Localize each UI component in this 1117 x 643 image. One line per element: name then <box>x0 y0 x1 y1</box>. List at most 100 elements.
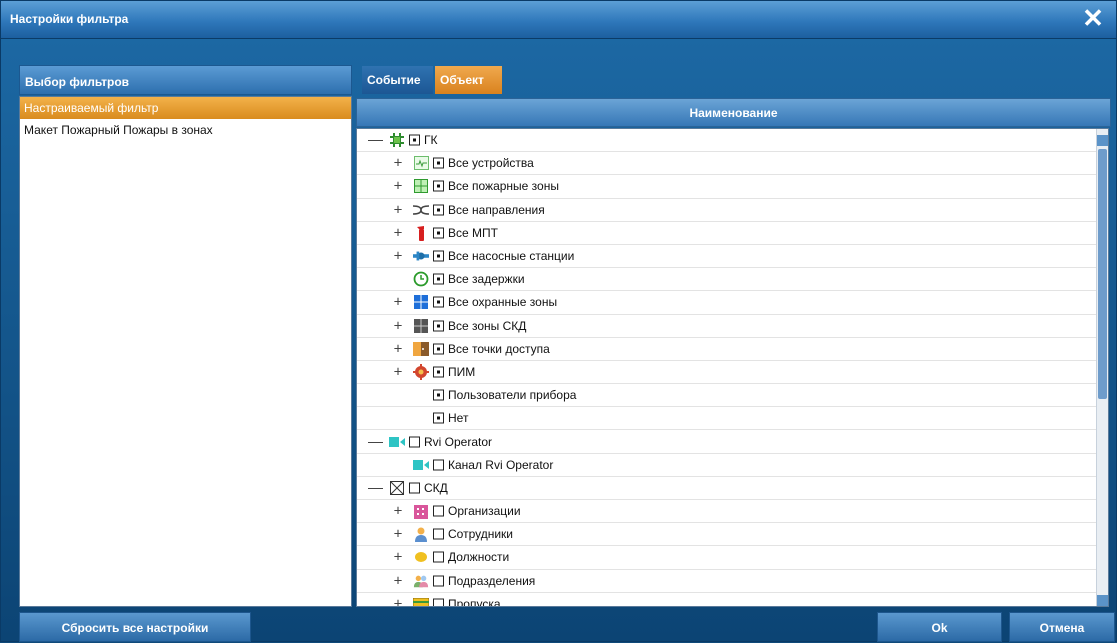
filter-item-custom[interactable]: Настраиваемый фильтр <box>20 97 351 119</box>
collapse-icon[interactable]: — <box>368 479 383 496</box>
tree-row[interactable]: + Все насосные станции <box>357 245 1108 269</box>
tab-event[interactable]: Событие <box>362 66 433 94</box>
row-label: ПИМ <box>448 364 476 379</box>
filter-settings-dialog: Настройки фильтра ✕ Выбор фильтров Настр… <box>0 0 1117 642</box>
row-checkbox[interactable] <box>433 157 444 169</box>
employee-icon <box>413 526 429 543</box>
row-checkbox[interactable] <box>433 296 444 308</box>
camera-icon <box>389 434 405 450</box>
expand-icon[interactable]: + <box>392 572 404 589</box>
row-label: Пропуска <box>448 596 501 607</box>
expand-icon[interactable]: + <box>392 317 404 334</box>
expand-icon[interactable]: + <box>392 178 404 195</box>
devices-icon <box>413 155 429 171</box>
tree-row[interactable]: + Все устройства <box>357 152 1108 176</box>
row-label: Все охранные зоны <box>448 295 558 310</box>
row-checkbox[interactable] <box>409 134 420 146</box>
tree-row[interactable]: + Все зоны СКД <box>357 315 1108 338</box>
tree-row[interactable]: + Подразделения <box>357 570 1108 593</box>
row-label: Канал Rvi Operator <box>448 457 554 472</box>
dialog-title: Настройки фильтра <box>10 12 129 26</box>
expand-icon[interactable]: + <box>392 549 404 566</box>
tree-row[interactable]: + Все МПТ <box>357 222 1108 245</box>
row-checkbox[interactable] <box>433 459 444 471</box>
row-label: Все насосные станции <box>448 249 575 264</box>
row-checkbox[interactable] <box>433 598 444 606</box>
row-checkbox[interactable] <box>433 320 444 332</box>
tree-row[interactable]: Канал Rvi Operator <box>357 454 1108 477</box>
tree-row[interactable]: + ПИМ <box>357 361 1108 385</box>
tree-row[interactable]: + Пропуска <box>357 593 1108 607</box>
row-checkbox[interactable] <box>433 505 444 517</box>
expand-icon[interactable]: + <box>392 201 404 218</box>
row-checkbox[interactable] <box>433 551 444 563</box>
column-header-name[interactable]: Наименование <box>356 98 1111 127</box>
expand-icon[interactable]: + <box>392 294 404 311</box>
title-bar: Настройки фильтра ✕ <box>1 1 1116 39</box>
row-checkbox[interactable] <box>433 204 444 216</box>
position-icon <box>413 549 429 565</box>
gear-icon <box>413 363 429 380</box>
camera-icon <box>413 457 429 473</box>
reset-all-button[interactable]: Сбросить все настройки <box>19 612 251 642</box>
row-label: Все задержки <box>448 272 525 287</box>
department-icon <box>413 573 429 589</box>
expand-icon[interactable]: + <box>392 526 404 543</box>
row-checkbox[interactable] <box>433 343 444 355</box>
row-checkbox[interactable] <box>433 250 444 262</box>
tree-scrollbar[interactable] <box>1096 129 1108 606</box>
expand-icon[interactable]: + <box>392 155 404 172</box>
collapse-icon[interactable]: — <box>368 132 383 149</box>
tree-row[interactable]: + Все охранные зоны <box>357 291 1108 315</box>
row-label: Сотрудники <box>448 527 513 542</box>
expand-icon[interactable]: + <box>392 340 404 357</box>
pass-icon <box>413 596 429 606</box>
tree-row[interactable]: + Организации <box>357 500 1108 524</box>
scroll-up-icon[interactable] <box>1097 135 1108 146</box>
collapse-icon[interactable]: — <box>368 433 383 450</box>
row-label: Все зоны СКД <box>448 318 527 333</box>
row-checkbox[interactable] <box>433 273 444 285</box>
expand-icon[interactable]: + <box>392 224 404 241</box>
tree-row[interactable]: + Все направления <box>357 199 1108 222</box>
tree-row[interactable]: + Сотрудники <box>357 523 1108 547</box>
tree-row[interactable]: — ГК <box>357 129 1108 153</box>
row-checkbox[interactable] <box>409 482 420 494</box>
expand-icon[interactable]: + <box>392 363 404 380</box>
pump-station-icon <box>413 248 429 264</box>
row-label: Все устройства <box>448 156 534 171</box>
row-label: Нет <box>448 411 469 426</box>
filter-item-template[interactable]: Макет Пожарный Пожары в зонах <box>20 119 351 141</box>
row-checkbox[interactable] <box>433 227 444 239</box>
expand-icon[interactable]: + <box>392 503 404 520</box>
ok-button[interactable]: Ok <box>877 612 1002 642</box>
row-label: Должности <box>448 550 510 565</box>
row-checkbox[interactable] <box>409 436 420 448</box>
row-label: Организации <box>448 504 521 519</box>
row-label: Пользователи прибора <box>448 388 577 403</box>
cancel-button[interactable]: Отмена <box>1009 612 1115 642</box>
row-checkbox[interactable] <box>433 389 444 401</box>
tree-row[interactable]: + Все точки доступа <box>357 338 1108 361</box>
tree-row[interactable]: + Все пожарные зоны <box>357 175 1108 199</box>
door-icon <box>413 341 429 357</box>
scroll-thumb[interactable] <box>1098 149 1107 399</box>
tree-row[interactable]: — Rvi Operator <box>357 430 1108 454</box>
skd-icon <box>389 480 405 496</box>
scroll-down-icon[interactable] <box>1097 595 1108 606</box>
row-checkbox[interactable] <box>433 366 444 378</box>
row-label: Все МПТ <box>448 225 498 240</box>
expand-icon[interactable]: + <box>392 248 404 265</box>
row-checkbox[interactable] <box>433 412 444 424</box>
close-icon[interactable]: ✕ <box>1082 5 1104 31</box>
tree-row[interactable]: Пользователи прибора <box>357 384 1108 408</box>
row-checkbox[interactable] <box>433 528 444 540</box>
tree-row[interactable]: + Должности <box>357 546 1108 570</box>
row-checkbox[interactable] <box>433 180 444 192</box>
row-checkbox[interactable] <box>433 575 444 587</box>
tab-object[interactable]: Объект <box>435 66 502 94</box>
tree-row[interactable]: Все задержки <box>357 268 1108 292</box>
tree-row[interactable]: Нет <box>357 407 1108 431</box>
tree-row[interactable]: — СКД <box>357 477 1108 500</box>
expand-icon[interactable]: + <box>392 595 404 606</box>
